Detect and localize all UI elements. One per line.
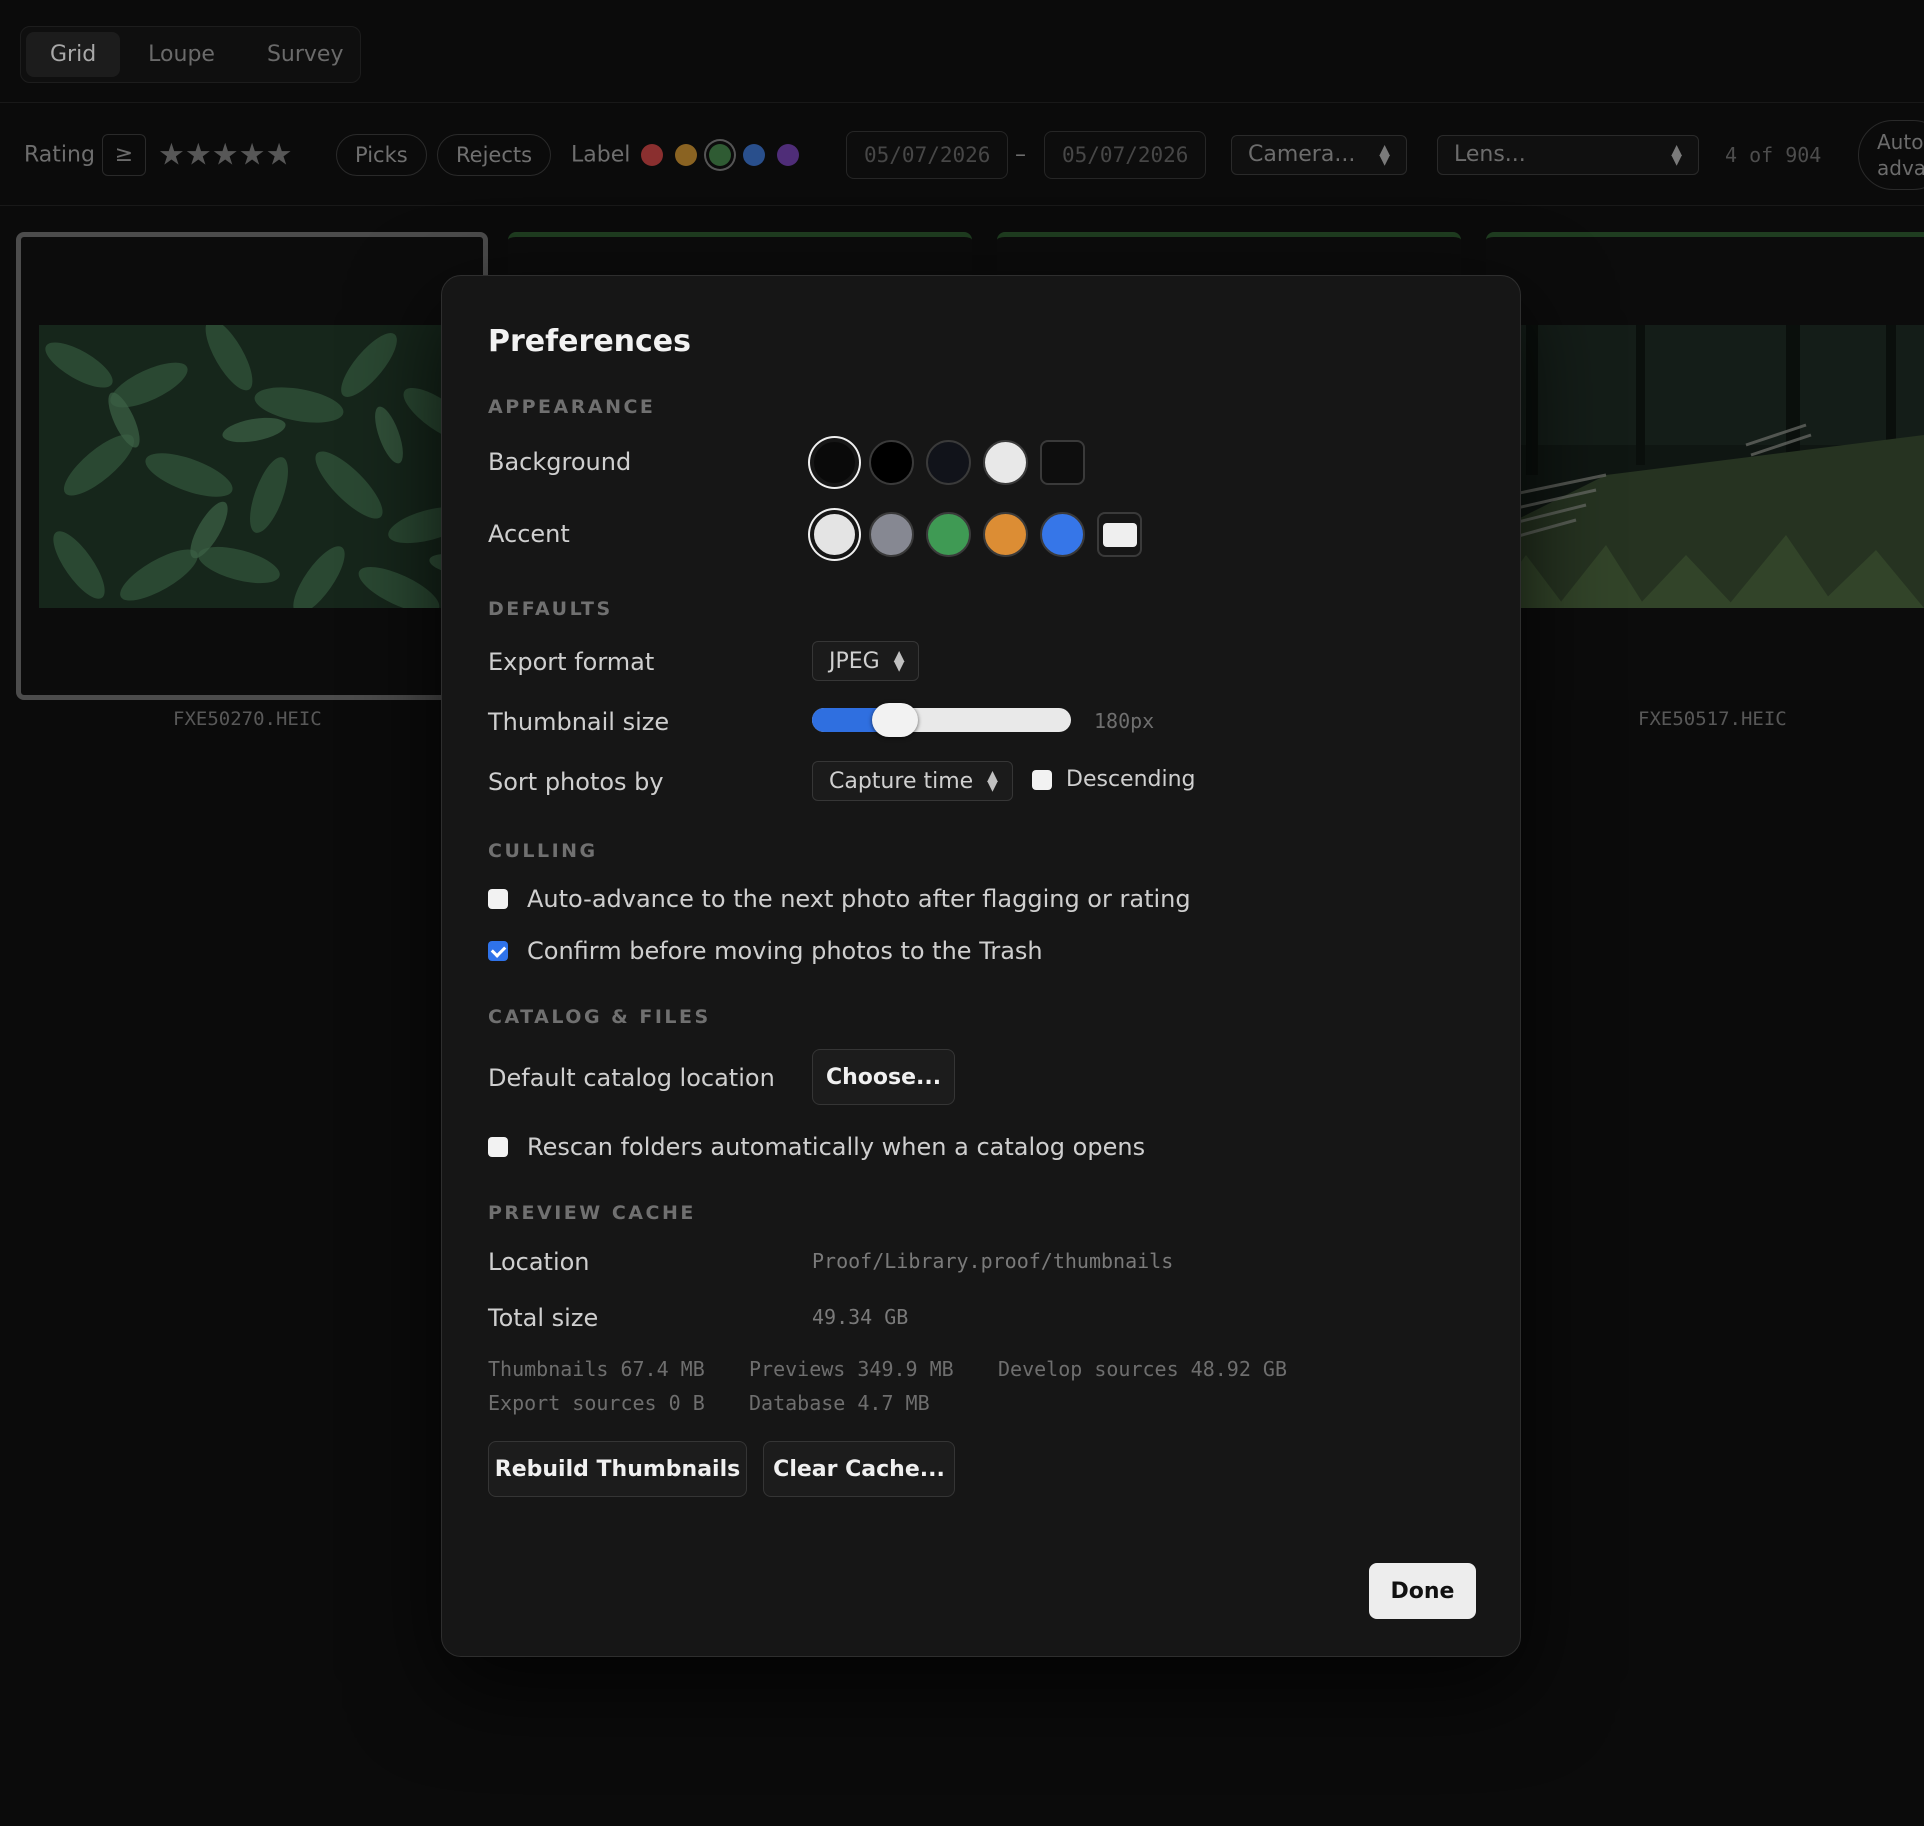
section-heading-defaults: DEFAULTS — [488, 598, 613, 620]
rating-operator-button[interactable]: ≥ — [102, 133, 146, 176]
tab-survey[interactable]: Survey — [243, 32, 368, 77]
section-heading-catalog: CATALOG & FILES — [488, 1006, 711, 1028]
background-swatch-light[interactable] — [983, 440, 1028, 485]
accent-swatches — [812, 512, 1142, 557]
export-format-label: Export format — [488, 648, 655, 676]
section-heading-preview-cache: PREVIEW CACHE — [488, 1202, 696, 1224]
confirm-trash-checkbox[interactable] — [488, 941, 508, 961]
catalog-location-label: Default catalog location — [488, 1064, 775, 1092]
view-mode-tabs: Grid Loupe Survey — [20, 26, 361, 83]
cache-stat-thumbnails: Thumbnails 67.4 MB — [488, 1357, 705, 1381]
cache-total-value: 49.34 GB — [812, 1305, 909, 1329]
sort-by-value: Capture time — [829, 768, 974, 794]
lens-select[interactable]: Lens... ▲ ▼ — [1437, 134, 1699, 175]
chevron-updown-icon: ▲ ▼ — [1671, 141, 1682, 168]
rating-label: Rating — [24, 142, 95, 167]
tab-loupe[interactable]: Loupe — [124, 32, 239, 77]
sort-by-select[interactable]: Capture time ▲ ▼ — [812, 761, 1013, 801]
thumbnail-size-slider[interactable] — [812, 703, 1071, 737]
rating-stars[interactable]: ★★★★★ — [158, 137, 292, 172]
date-range-separator: – — [1015, 142, 1026, 167]
chevron-updown-icon: ▲ ▼ — [893, 648, 905, 674]
rejects-button[interactable]: Rejects — [437, 133, 552, 176]
background-label: Background — [488, 448, 632, 476]
accent-swatch-white[interactable] — [812, 512, 857, 557]
auto-advance-toggle[interactable]: Auto-advance — [1858, 120, 1924, 190]
auto-advance-checkbox[interactable] — [488, 889, 508, 909]
section-heading-culling: CULLING — [488, 840, 598, 862]
accent-custom-chip — [1102, 522, 1137, 547]
preferences-dialog: Preferences APPEARANCE Background Accent… — [441, 275, 1521, 1657]
chevron-updown-icon: ▲ ▼ — [1379, 141, 1390, 168]
thumbnail-size-value: 180px — [1094, 709, 1155, 733]
background-swatch-charcoal[interactable] — [812, 440, 857, 485]
cache-location-value: Proof/Library.proof/thumbnails — [812, 1249, 1174, 1273]
lens-select-value: Lens... — [1454, 142, 1526, 167]
rebuild-thumbnails-button[interactable]: Rebuild Thumbnails — [488, 1441, 747, 1497]
cache-total-label: Total size — [488, 1304, 599, 1332]
descending-checkbox[interactable] — [1032, 769, 1052, 790]
accent-swatch-gray[interactable] — [869, 512, 914, 557]
dialog-title: Preferences — [488, 324, 692, 359]
thumbnail-size-label: Thumbnail size — [488, 708, 670, 736]
color-label-dots — [641, 143, 799, 166]
cache-stat-develop-sources: Develop sources 48.92 GB — [998, 1357, 1287, 1381]
photo-leaves — [39, 325, 499, 608]
cache-location-label: Location — [488, 1248, 590, 1276]
background-swatches — [812, 440, 1085, 485]
label-filter-label: Label — [571, 142, 631, 167]
rescan-option[interactable]: Rescan folders automatically when a cata… — [488, 1133, 1145, 1161]
thumbnail-card[interactable] — [16, 232, 499, 700]
thumbnail-card[interactable] — [1486, 232, 1924, 700]
label-dot-green[interactable] — [709, 143, 731, 166]
rescan-checkbox[interactable] — [488, 1137, 508, 1157]
cache-stat-export-sources: Export sources 0 B — [488, 1391, 705, 1415]
camera-select[interactable]: Camera... ▲ ▼ — [1231, 134, 1407, 175]
photo-count: 4 of 904 — [1725, 142, 1822, 167]
background-swatch-navy[interactable] — [926, 440, 971, 485]
descending-option[interactable]: Descending — [1032, 767, 1196, 792]
label-dot-red[interactable] — [641, 143, 663, 166]
accent-label: Accent — [488, 520, 570, 548]
done-button[interactable]: Done — [1369, 1563, 1476, 1619]
photo-forest-steps — [1486, 325, 1924, 608]
background-swatch-black[interactable] — [869, 440, 914, 485]
accent-swatch-orange[interactable] — [983, 512, 1028, 557]
accent-swatch-green[interactable] — [926, 512, 971, 557]
date-from-input[interactable]: 05/07/2026 — [846, 130, 1009, 179]
rescan-label: Rescan folders automatically when a cata… — [527, 1133, 1146, 1161]
export-format-select[interactable]: JPEG ▲ ▼ — [812, 641, 920, 681]
confirm-trash-label: Confirm before moving photos to the Tras… — [527, 937, 1043, 965]
sort-by-label: Sort photos by — [488, 768, 664, 796]
background-swatch-custom[interactable] — [1040, 440, 1085, 485]
section-heading-appearance: APPEARANCE — [488, 396, 656, 418]
cache-stat-database: Database 4.7 MB — [749, 1391, 930, 1415]
picks-button[interactable]: Picks — [336, 133, 427, 176]
export-format-value: JPEG — [829, 648, 880, 674]
confirm-trash-option[interactable]: Confirm before moving photos to the Tras… — [488, 937, 1043, 965]
accent-swatch-blue[interactable] — [1040, 512, 1085, 557]
filter-bar: Rating ≥ ★★★★★ Picks Rejects Label 05/07… — [0, 104, 1924, 206]
accent-swatch-custom[interactable] — [1097, 512, 1142, 557]
thumbnail-filename: FXE50517.HEIC — [1638, 708, 1787, 730]
auto-advance-label: Auto-advance to the next photo after fla… — [527, 885, 1191, 913]
label-dot-purple[interactable] — [777, 143, 799, 166]
label-dot-yellow[interactable] — [675, 143, 697, 166]
descending-label: Descending — [1066, 767, 1196, 792]
tab-grid[interactable]: Grid — [26, 32, 121, 77]
top-bar: Grid Loupe Survey — [0, 0, 1924, 103]
slider-knob[interactable] — [871, 703, 918, 737]
auto-advance-option[interactable]: Auto-advance to the next photo after fla… — [488, 885, 1191, 913]
label-dot-blue[interactable] — [743, 143, 765, 166]
camera-select-value: Camera... — [1248, 142, 1356, 167]
date-to-input[interactable]: 05/07/2026 — [1044, 130, 1207, 179]
choose-catalog-button[interactable]: Choose... — [812, 1049, 955, 1105]
thumbnail-filename: FXE50270.HEIC — [173, 708, 322, 730]
chevron-updown-icon: ▲ ▼ — [987, 768, 998, 794]
cache-stat-previews: Previews 349.9 MB — [749, 1357, 954, 1381]
clear-cache-button[interactable]: Clear Cache... — [763, 1441, 955, 1497]
